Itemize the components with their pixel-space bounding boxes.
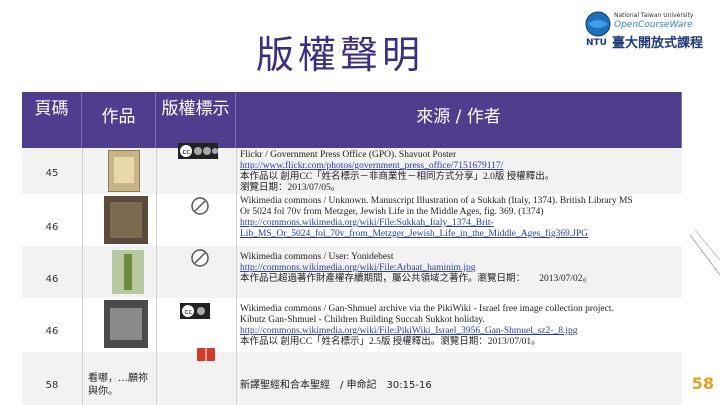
source-line: Or 5024 fol 70v from Metzger, Jewish Lif…	[240, 207, 544, 217]
header-work: 作品	[82, 92, 156, 148]
svg-text:cc: cc	[183, 148, 191, 156]
row-page-number: 46	[45, 222, 59, 233]
ntu-ocw-logo: National Taiwan University OpenCourseWar…	[584, 10, 716, 52]
source-line: Wikimedia commons / Unknown. Manuscript …	[240, 196, 633, 206]
row-page-number: 58	[45, 380, 59, 391]
shavuot-poster-thumbnail	[108, 150, 140, 192]
source-url-link[interactable]: http://commons.wikimedia.org/wiki/File:S…	[240, 218, 680, 229]
source-cell: 新譯聖經和合本聖經 / 申命記 30:15-16	[240, 380, 680, 391]
source-url-link[interactable]: http://commons.wikimedia.org/wiki/File:P…	[240, 326, 680, 337]
source-cell: Wikimedia commons / Unknown. Manuscript …	[240, 196, 680, 240]
license-statement: 本作品以 創用CC「姓名標示」2.5版 授權釋出。瀏覽日期：2013/07/01…	[240, 337, 541, 347]
row-page-number: 46	[45, 274, 59, 285]
column-divider	[236, 148, 237, 405]
source-url-link[interactable]: http://www.flickr.com/photos/government_…	[240, 161, 680, 172]
book-icon	[197, 348, 215, 361]
license-statement: 本作品以 創用CC「姓名標示－非商業性－相同方式分享」2.0版 授權釋出。	[240, 172, 555, 182]
logo-ocw-label: OpenCourseWare	[614, 20, 693, 30]
source-line: 新譯聖經和合本聖經 / 申命記 30:15-16	[240, 380, 432, 391]
logo-english-name: National Taiwan University	[614, 12, 694, 19]
public-domain-icon	[191, 197, 209, 215]
header-license: 版權標示	[156, 92, 236, 148]
source-url-link[interactable]: Lib_MS_Or_5024_fol_70v_from_Metzger_Jewi…	[240, 229, 680, 240]
source-cell: Wikimedia commons / User: Yonidebest htt…	[240, 252, 680, 285]
header-source-author: 來源 / 作者	[236, 92, 682, 148]
source-cell: Wikimedia commons / Gan-Shmuel archive v…	[240, 304, 680, 348]
children-sukkah-thumbnail	[104, 300, 148, 348]
logo-chinese-name: 臺大開放式課程	[612, 36, 704, 51]
decorative-lines	[690, 230, 720, 276]
row-page-number: 45	[45, 168, 59, 179]
source-line: Wikimedia commons / User: Yonidebest	[240, 252, 394, 262]
four-species-thumbnail	[112, 250, 144, 294]
svg-text:cc: cc	[185, 308, 193, 316]
license-statement: 本作品已超過著作財產權存續期間，屬公共領域之著作。瀏覽日期： 2013/07/0…	[240, 274, 593, 284]
cc-by-nc-sa-icon: cc	[178, 143, 218, 159]
source-cell: Flickr / Government Press Office (GPO). …	[240, 150, 680, 194]
work-quote-text: 看哪，…願祢與你。	[88, 373, 148, 397]
header-page-number: 頁碼	[22, 92, 82, 148]
sukkah-manuscript-thumbnail	[104, 196, 148, 244]
globe-icon	[585, 11, 611, 37]
source-line: Wikimedia commons / Gan-Shmuel archive v…	[240, 304, 614, 314]
slide-title: 版權聲明	[255, 33, 424, 77]
source-url-link[interactable]: http://commons.wikimedia.org/wiki/File:A…	[240, 263, 680, 274]
access-date: 瀏覽日期：2013/07/05。	[240, 183, 341, 193]
column-divider	[156, 148, 157, 405]
logo-ntu-text: NTU	[586, 38, 607, 48]
source-line: Kibutz Gan-Shmuel - Children Building Su…	[240, 315, 485, 325]
cc-by-icon: cc	[180, 303, 210, 319]
public-domain-icon	[191, 249, 209, 267]
column-divider	[82, 148, 83, 405]
slide-page-number: 58	[691, 374, 714, 393]
source-line: Flickr / Government Press Office (GPO). …	[240, 150, 457, 160]
row-page-number: 46	[45, 326, 59, 337]
